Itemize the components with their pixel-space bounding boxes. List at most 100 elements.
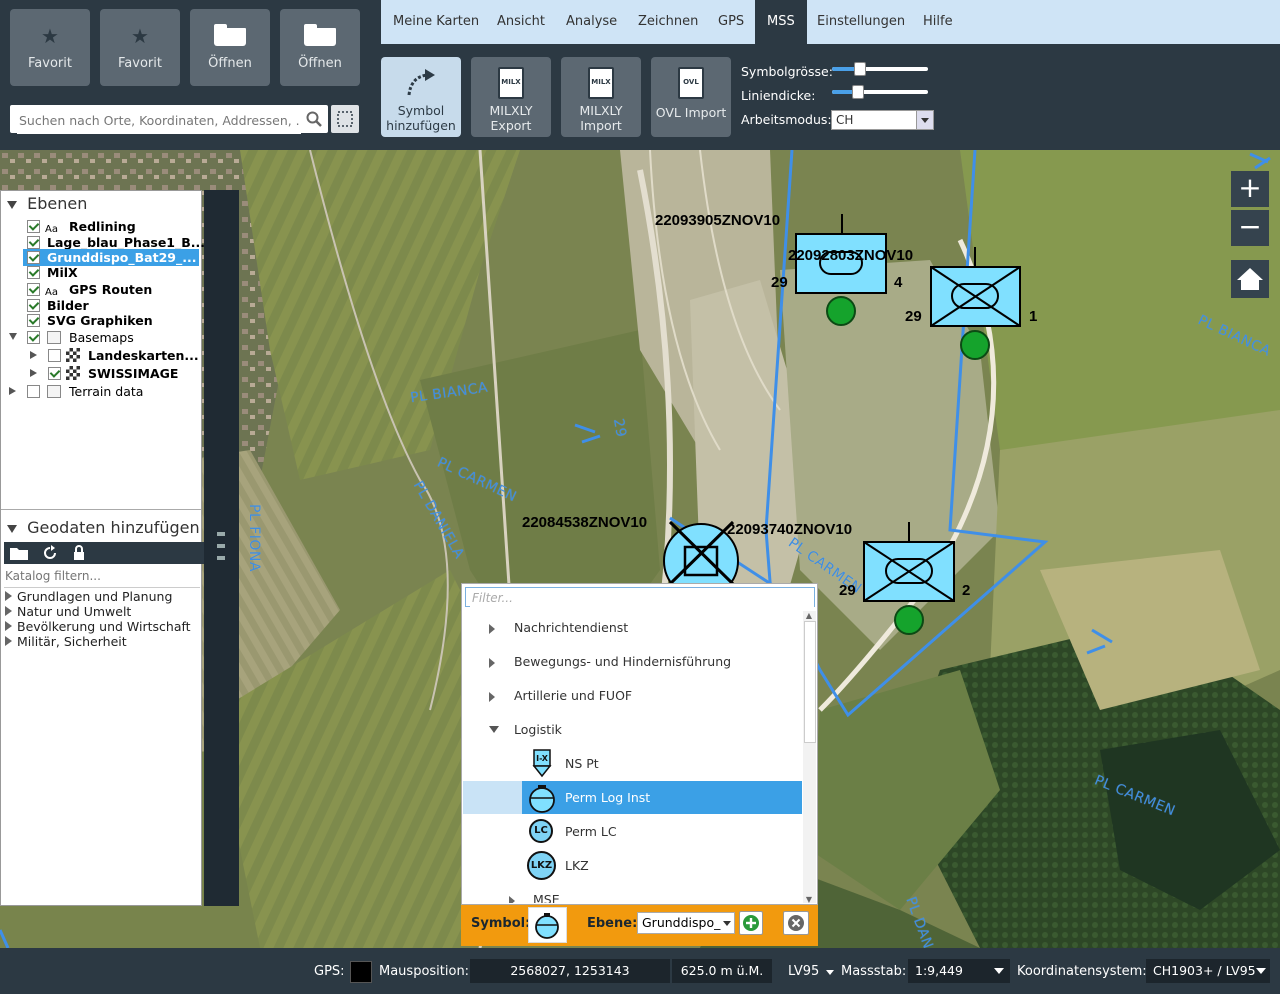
symbol-group[interactable]: Nachrichtendienst — [463, 611, 802, 644]
file-tag: MILX — [501, 78, 521, 86]
group-layer-icon — [47, 385, 61, 398]
sidebar-collapse-bar[interactable] — [204, 190, 239, 906]
layer-checkbox[interactable] — [48, 349, 61, 362]
favorite-button-1[interactable]: ★ Favorit — [10, 9, 90, 86]
scrollbar-thumb[interactable] — [804, 621, 816, 743]
expand-closed-icon — [5, 606, 12, 616]
layer-checkbox[interactable] — [27, 314, 40, 327]
layer-item[interactable]: Aa GPS Routen — [1, 281, 199, 298]
symbol-group[interactable]: MSE — [463, 883, 802, 903]
zoom-in-button[interactable]: + — [1231, 171, 1269, 207]
layer-label: Basemaps — [69, 330, 134, 345]
symbol-filter-input[interactable] — [470, 588, 814, 607]
scroll-up-icon[interactable]: ▲ — [804, 611, 814, 620]
symbol-item[interactable]: I-X NS Pt — [463, 747, 802, 780]
catalog-category[interactable]: Natur und Umwelt — [5, 604, 191, 619]
layer-checkbox[interactable] — [27, 283, 40, 296]
symbol-group[interactable]: Logistik — [463, 713, 802, 746]
layer-checkbox[interactable] — [27, 299, 40, 312]
layer-select[interactable]: Grunddispo_ — [637, 912, 735, 934]
expand-closed-icon[interactable] — [30, 351, 37, 359]
layer-checkbox[interactable] — [27, 385, 40, 398]
menu-mss[interactable]: MSS — [755, 0, 807, 44]
add-symbol-button[interactable]: Symbol hinzufügen — [381, 57, 461, 137]
menu-einstellungen[interactable]: Einstellungen — [817, 0, 905, 44]
open-folder-button[interactable] — [7, 544, 33, 562]
category-label: Militär, Sicherheit — [17, 634, 127, 649]
layer-item[interactable]: SWISSIMAGE — [1, 365, 199, 382]
layer-item[interactable]: Basemaps — [1, 329, 199, 346]
layer-checkbox[interactable] — [27, 236, 40, 249]
expand-closed-icon[interactable] — [509, 896, 515, 903]
symbol-preview[interactable] — [528, 907, 567, 943]
symbol-item[interactable]: LC Perm LC — [463, 815, 802, 848]
slider-handle[interactable] — [851, 85, 864, 99]
layer-item[interactable]: Aa Redlining — [1, 218, 199, 235]
menu-zeichnen[interactable]: Zeichnen — [638, 0, 698, 44]
add-layer-button[interactable] — [739, 911, 763, 935]
line-width-label: Liniendicke: — [741, 88, 816, 103]
catalog-filter-input[interactable] — [4, 567, 196, 585]
scale-select[interactable]: 1:9,449 — [908, 959, 1010, 983]
menu-gps[interactable]: GPS — [718, 0, 744, 44]
expand-closed-icon[interactable] — [489, 658, 495, 668]
zoom-out-button[interactable]: − — [1231, 210, 1269, 246]
milxly-import-button[interactable]: MILX MILXLY Import — [561, 57, 641, 137]
layer-item[interactable]: Terrain data — [1, 383, 199, 400]
menu-meine-karten[interactable]: Meine Karten — [393, 0, 479, 44]
layer-checkbox[interactable] — [48, 367, 61, 380]
ovl-import-button[interactable]: OVL OVL Import — [651, 57, 731, 137]
open-button-2[interactable]: Öffnen — [280, 9, 360, 86]
expand-closed-icon[interactable] — [30, 369, 37, 377]
milxly-export-button[interactable]: MILX MILXLY Export — [471, 57, 551, 137]
symbol-size-slider[interactable] — [832, 62, 928, 76]
star-icon: ★ — [131, 24, 149, 48]
lock-button[interactable] — [66, 544, 92, 562]
catalog-category[interactable]: Militär, Sicherheit — [5, 634, 191, 649]
projection-select[interactable]: LV95 — [788, 964, 835, 979]
favorite-label: Favorit — [118, 56, 162, 71]
symbol-group[interactable]: Bewegungs- und Hindernisführung — [463, 645, 802, 678]
expand-closed-icon[interactable] — [9, 387, 16, 395]
mouse-position-label: Mausposition: — [379, 964, 470, 979]
search-input[interactable] — [17, 106, 301, 134]
expand-open-icon[interactable] — [9, 333, 17, 340]
layer-item[interactable]: Landeskarten... — [1, 347, 199, 364]
home-button[interactable] — [1231, 260, 1269, 298]
symbol-item[interactable]: Perm Log Inst — [463, 781, 802, 814]
layer-checkbox[interactable] — [27, 220, 40, 233]
menu-analyse[interactable]: Analyse — [566, 0, 617, 44]
expand-closed-icon[interactable] — [489, 692, 495, 702]
catalog-category[interactable]: Grundlagen und Planung — [5, 589, 191, 604]
layer-checkbox[interactable] — [27, 251, 40, 264]
layer-checkbox[interactable] — [27, 266, 40, 279]
scrollbar[interactable]: ▲ ▼ — [803, 611, 816, 904]
layers-header[interactable]: Ebenen — [7, 194, 87, 213]
gps-indicator[interactable] — [350, 961, 372, 983]
layer-item[interactable]: SVG Graphiken — [1, 312, 199, 329]
line-width-slider[interactable] — [832, 85, 928, 99]
refresh-button[interactable] — [37, 544, 63, 562]
symbol-group[interactable]: Artillerie und FUOF — [463, 679, 802, 712]
catalog-category[interactable]: Bevölkerung und Wirtschaft — [5, 619, 191, 634]
symbol-item[interactable]: LKZ LKZ — [463, 849, 802, 882]
scroll-down-icon[interactable]: ▼ — [804, 895, 814, 904]
search-icon[interactable] — [306, 111, 322, 127]
menu-ansicht[interactable]: Ansicht — [497, 0, 545, 44]
slider-handle[interactable] — [853, 62, 866, 76]
lock-icon — [74, 545, 84, 560]
mode-select[interactable]: CH — [831, 110, 934, 130]
favorite-button-2[interactable]: ★ Favorit — [100, 9, 180, 86]
select-area-button[interactable] — [331, 105, 359, 133]
geodata-header[interactable]: Geodaten hinzufügen — [7, 518, 200, 537]
close-picker-button[interactable] — [783, 911, 809, 935]
crs-select[interactable]: CH1903+ / LV95 — [1146, 959, 1270, 983]
layer-item[interactable]: MilX — [1, 264, 199, 281]
open-button-1[interactable]: Öffnen — [190, 9, 270, 86]
map-label: PL FIONA — [245, 504, 262, 572]
row-highlight — [463, 781, 522, 814]
layer-checkbox[interactable] — [27, 331, 40, 344]
expand-closed-icon[interactable] — [489, 624, 495, 634]
menu-hilfe[interactable]: Hilfe — [923, 0, 953, 44]
expand-open-icon[interactable] — [489, 726, 499, 733]
